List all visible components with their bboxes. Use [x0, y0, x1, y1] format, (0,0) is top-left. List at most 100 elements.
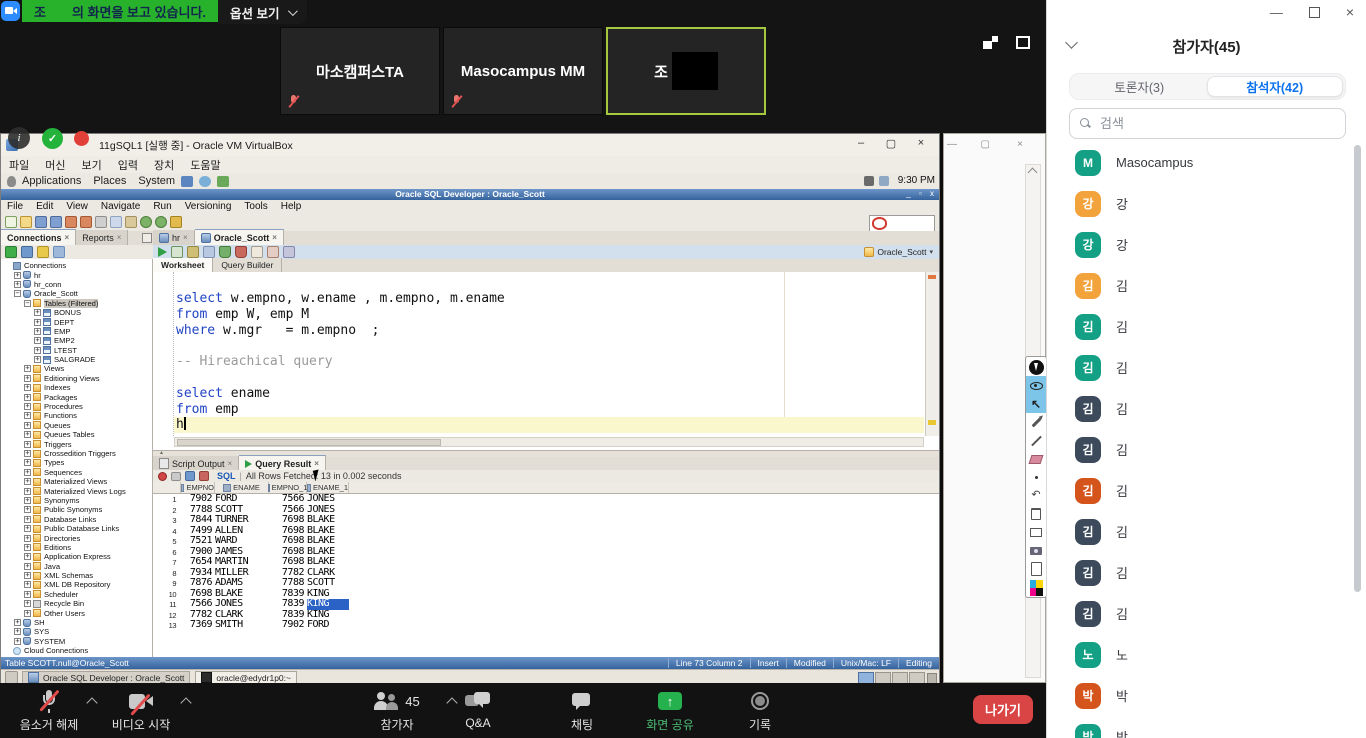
code-area[interactable]: select w.empno, w.ename , m.empno, m.ena… [174, 291, 924, 433]
save-all-icon[interactable] [50, 216, 62, 228]
code-line[interactable] [174, 370, 924, 386]
save-icon[interactable] [35, 216, 47, 228]
copy-icon[interactable] [110, 216, 122, 228]
print-icon[interactable] [171, 472, 181, 481]
maximize-button[interactable] [1309, 7, 1320, 18]
cell[interactable]: 7698 [269, 557, 307, 568]
expand-icon[interactable]: + [24, 563, 31, 570]
tree-item-bonus[interactable]: +BONUS [1, 308, 152, 317]
tree-item-system[interactable]: +SYSTEM [1, 637, 152, 646]
cell[interactable]: 7782 [181, 610, 215, 621]
tree-item-packages[interactable]: +Packages [1, 392, 152, 401]
cell[interactable]: 7369 [181, 620, 215, 631]
epic-pen-icon[interactable] [1026, 358, 1046, 376]
cell[interactable]: 7698 [269, 536, 307, 547]
participant-row[interactable]: 김김 [1047, 265, 1353, 306]
cell[interactable]: 7934 [181, 568, 215, 579]
whiteboard-icon[interactable] [1026, 524, 1046, 542]
cell[interactable]: 7499 [181, 526, 215, 537]
point-icon[interactable] [1026, 468, 1046, 486]
tree-item-views[interactable]: +Views [1, 364, 152, 373]
code-line[interactable]: where w.mgr = m.empno ; [174, 323, 924, 339]
collapse-icon[interactable]: − [14, 290, 21, 297]
code-line[interactable]: from emp [174, 402, 924, 418]
cell[interactable]: CLARK [215, 610, 269, 621]
back-icon[interactable] [140, 216, 152, 228]
cell[interactable]: SMITH [215, 620, 269, 631]
add-icon[interactable] [5, 246, 17, 258]
close-button[interactable]: × [909, 137, 933, 149]
participant-row[interactable]: 김김 [1047, 388, 1353, 429]
launcher-terminal-icon[interactable] [181, 176, 193, 187]
participant-row[interactable]: 박박 [1047, 716, 1353, 738]
table-row[interactable]: 57521WARD7698BLAKE [153, 536, 939, 547]
tree-item-scheduler[interactable]: +Scheduler [1, 590, 152, 599]
delete-icon[interactable] [199, 471, 209, 481]
cell[interactable]: JONES [307, 494, 349, 505]
table-row[interactable]: 37844TURNER7698BLAKE [153, 515, 939, 526]
cell[interactable]: 7698 [181, 589, 215, 600]
tree-item-materialized-views[interactable]: +Materialized Views [1, 477, 152, 486]
participant-row[interactable]: 김김 [1047, 552, 1353, 593]
editor-hscrollbar[interactable] [174, 437, 924, 447]
cell[interactable]: 7698 [269, 526, 307, 537]
cell[interactable]: SCOTT [307, 578, 349, 589]
column-header-empno[interactable]: EMPNO [181, 482, 215, 493]
tree-item-types[interactable]: +Types [1, 458, 152, 467]
close-icon[interactable]: × [183, 233, 188, 242]
connection-icon[interactable] [170, 216, 182, 228]
shield-check-icon[interactable]: ✓ [42, 128, 63, 149]
cell[interactable]: 7698 [269, 547, 307, 558]
video-tile[interactable]: 조 [606, 27, 766, 115]
cell[interactable]: JONES [307, 505, 349, 516]
cell[interactable]: 7566 [269, 505, 307, 516]
launcher-app-icon[interactable] [217, 176, 229, 187]
cell[interactable]: 7788 [269, 578, 307, 589]
cell[interactable]: MILLER [215, 568, 269, 579]
tree-item-emp[interactable]: +EMP [1, 327, 152, 336]
cut-icon[interactable] [95, 216, 107, 228]
filter-icon[interactable] [37, 246, 49, 258]
tree-item-public-synonyms[interactable]: +Public Synonyms [1, 505, 152, 514]
expand-icon[interactable]: + [24, 375, 31, 382]
tree-item-oracle-scott[interactable]: −Oracle_Scott [1, 289, 152, 298]
expand-icon[interactable]: + [24, 591, 31, 598]
expand-icon[interactable]: + [14, 272, 21, 279]
expand-icon[interactable]: + [34, 356, 41, 363]
video-options-chevron[interactable] [180, 697, 191, 708]
qa-button[interactable]: Q&A [448, 689, 508, 730]
collapse-icon[interactable]: − [24, 300, 31, 307]
expand-icon[interactable]: + [24, 431, 31, 438]
redo-icon[interactable] [80, 216, 92, 228]
code-line[interactable] [174, 338, 924, 354]
column-header-ename_1[interactable]: ENAME_1 [307, 482, 349, 493]
view-options-button[interactable]: 옵션 보기 [218, 0, 306, 24]
participants-scrollbar[interactable] [1354, 145, 1361, 592]
tree-item-public-database-links[interactable]: +Public Database Links [1, 524, 152, 533]
expand-icon[interactable]: + [14, 281, 21, 288]
tree-item-indexes[interactable]: +Indexes [1, 383, 152, 392]
tree-item-synonyms[interactable]: +Synonyms [1, 496, 152, 505]
cell[interactable]: 7566 [181, 599, 215, 610]
fullscreen-icon[interactable] [1016, 36, 1030, 49]
code-line[interactable]: -- Hireachical query [174, 354, 924, 370]
cell[interactable]: WARD [215, 536, 269, 547]
screenshot-icon[interactable] [1026, 542, 1046, 560]
expand-icon[interactable]: + [24, 497, 31, 504]
tree-item-materialized-views-logs[interactable]: +Materialized Views Logs [1, 486, 152, 495]
tree-item-emp2[interactable]: +EMP2 [1, 336, 152, 345]
undo-icon[interactable] [65, 216, 77, 228]
cell[interactable]: 7566 [269, 494, 307, 505]
expand-icon[interactable]: + [24, 535, 31, 542]
expand-icon[interactable]: + [24, 365, 31, 372]
expand-icon[interactable]: + [24, 469, 31, 476]
participant-row[interactable]: 김김 [1047, 347, 1353, 388]
cell[interactable]: 7782 [269, 568, 307, 579]
network-icon[interactable] [879, 176, 889, 186]
expand-icon[interactable]: + [14, 619, 21, 626]
minimize-button[interactable]: — [1270, 5, 1283, 20]
expand-icon[interactable]: + [24, 412, 31, 419]
table-row[interactable]: 47499ALLEN7698BLAKE [153, 526, 939, 537]
menu-item[interactable]: Edit [36, 201, 53, 212]
run-icon[interactable] [158, 247, 167, 257]
